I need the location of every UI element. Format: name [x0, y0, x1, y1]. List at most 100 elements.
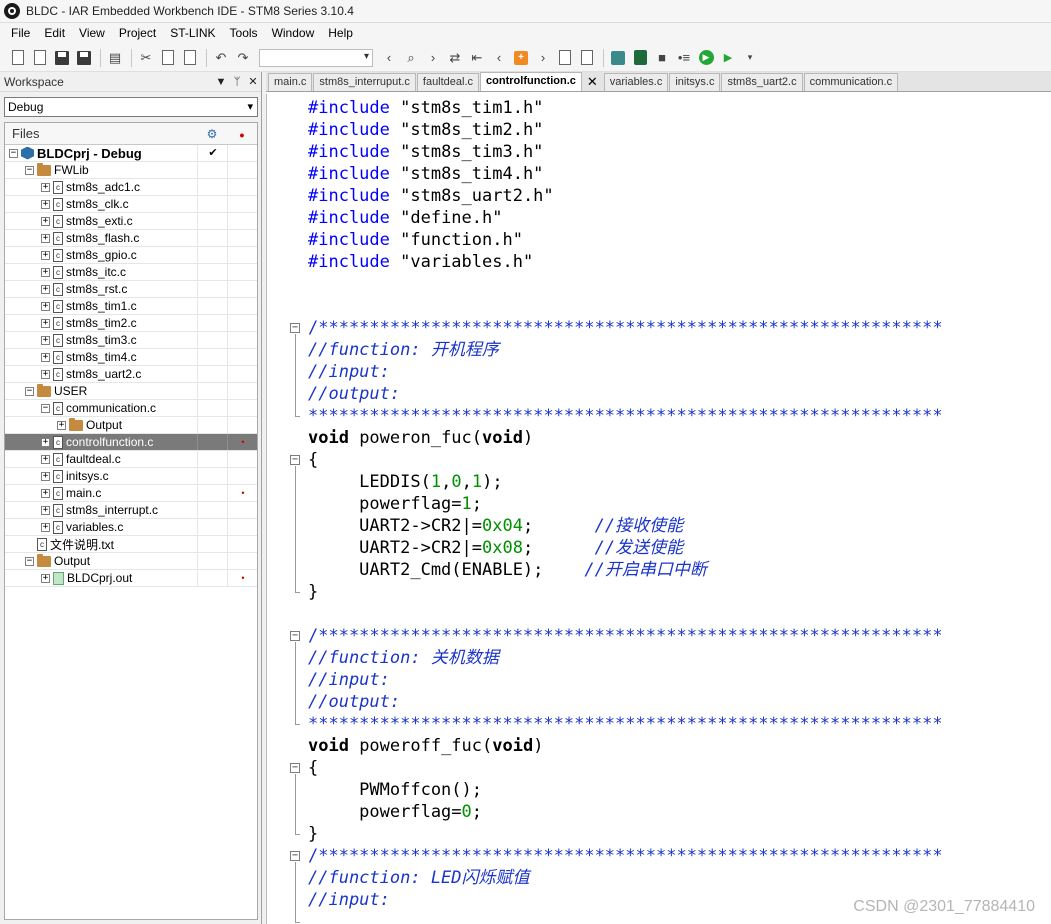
- menu-help[interactable]: Help: [321, 23, 360, 44]
- fold-toggle-icon[interactable]: −: [290, 631, 300, 641]
- expand-toggle-icon[interactable]: +: [41, 250, 50, 260]
- close-panel-button[interactable]: ✕: [245, 75, 261, 88]
- find-button[interactable]: ⌕: [401, 48, 421, 68]
- close-tab-icon[interactable]: ✕: [583, 73, 602, 91]
- expand-toggle-icon[interactable]: +: [41, 267, 50, 277]
- collapse-toggle-icon[interactable]: −: [25, 386, 34, 396]
- navigate-back-button[interactable]: ‹: [489, 48, 509, 68]
- expand-toggle-icon[interactable]: +: [41, 352, 50, 362]
- expand-toggle-icon[interactable]: +: [41, 505, 50, 515]
- tree-item[interactable]: − Output: [5, 553, 257, 570]
- expand-toggle-icon[interactable]: +: [41, 437, 50, 447]
- menu-edit[interactable]: Edit: [37, 23, 72, 44]
- code-editor[interactable]: − − − − − #include "stm8s_tim1.h" #include "s…: [266, 94, 1051, 924]
- new-file-button[interactable]: [8, 48, 28, 68]
- expand-toggle-icon[interactable]: +: [41, 522, 50, 532]
- tree-item[interactable]: c 文件说明.txt: [5, 536, 257, 553]
- menu-file[interactable]: File: [4, 23, 37, 44]
- navigate-forward-button[interactable]: ›: [533, 48, 553, 68]
- tree-item[interactable]: + c stm8s_adc1.c: [5, 179, 257, 196]
- tree-item[interactable]: − BLDCprj - Debug ✔: [5, 145, 257, 162]
- collapse-toggle-icon[interactable]: −: [25, 165, 34, 175]
- tree-item[interactable]: + c stm8s_interrupt.c: [5, 502, 257, 519]
- editor-tab[interactable]: faultdeal.c: [416, 73, 480, 91]
- tree-item[interactable]: − FWLib: [5, 162, 257, 179]
- menu-view[interactable]: View: [72, 23, 112, 44]
- menu-window[interactable]: Window: [265, 23, 322, 44]
- print-button[interactable]: ▤: [105, 48, 125, 68]
- collapse-toggle-icon[interactable]: −: [25, 556, 34, 566]
- menu-tools[interactable]: Tools: [223, 23, 265, 44]
- make-button[interactable]: [630, 48, 650, 68]
- expand-toggle-icon[interactable]: +: [41, 318, 50, 328]
- editor-tab[interactable]: variables.c: [603, 73, 669, 91]
- editor-tab[interactable]: initsys.c: [669, 73, 721, 91]
- options-gear-button[interactable]: ⚙: [197, 127, 227, 141]
- toolbar-overflow-button[interactable]: ▾: [740, 48, 760, 68]
- tree-item[interactable]: + c variables.c: [5, 519, 257, 536]
- tree-item[interactable]: + c stm8s_exti.c: [5, 213, 257, 230]
- expand-toggle-icon[interactable]: +: [41, 573, 50, 583]
- panel-menu-button[interactable]: ▼: [213, 76, 229, 88]
- editor-tab[interactable]: communication.c: [803, 73, 899, 91]
- next-bookmark-button[interactable]: [577, 48, 597, 68]
- tree-item[interactable]: + c controlfunction.c •: [5, 434, 257, 451]
- find-combo-input[interactable]: [259, 48, 373, 67]
- editor-tab[interactable]: controlfunction.c: [480, 72, 582, 91]
- expand-toggle-icon[interactable]: +: [41, 335, 50, 345]
- download-and-debug-button[interactable]: ▶: [696, 48, 716, 68]
- tree-item[interactable]: + c stm8s_flash.c: [5, 230, 257, 247]
- undo-button[interactable]: ↶: [211, 48, 231, 68]
- tree-item[interactable]: + c stm8s_tim1.c: [5, 298, 257, 315]
- copy-button[interactable]: [158, 48, 178, 68]
- toggle-bookmark-button[interactable]: +: [511, 48, 531, 68]
- configuration-select[interactable]: Debug: [4, 97, 258, 117]
- paste-button[interactable]: [180, 48, 200, 68]
- tree-item[interactable]: − USER: [5, 383, 257, 400]
- editor-tab[interactable]: stm8s_uart2.c: [721, 73, 803, 91]
- expand-toggle-icon[interactable]: +: [41, 301, 50, 311]
- toggle-breakpoint-button[interactable]: •≡: [674, 48, 694, 68]
- collapse-toggle-icon[interactable]: −: [9, 148, 18, 158]
- tree-item[interactable]: + c faultdeal.c: [5, 451, 257, 468]
- tree-item[interactable]: + BLDCprj.out •: [5, 570, 257, 587]
- expand-toggle-icon[interactable]: +: [41, 182, 50, 192]
- expand-toggle-icon[interactable]: +: [41, 369, 50, 379]
- cut-button[interactable]: ✂: [136, 48, 156, 68]
- fold-toggle-icon[interactable]: −: [290, 851, 300, 861]
- expand-toggle-icon[interactable]: +: [41, 233, 50, 243]
- pin-button[interactable]: ᛘ: [229, 76, 245, 88]
- menu-st-link[interactable]: ST-LINK: [163, 23, 222, 44]
- tree-item[interactable]: + c main.c •: [5, 485, 257, 502]
- tree-item[interactable]: + c stm8s_tim4.c: [5, 349, 257, 366]
- expand-toggle-icon[interactable]: +: [41, 488, 50, 498]
- previous-bookmark-button[interactable]: [555, 48, 575, 68]
- replace-button[interactable]: ⇄: [445, 48, 465, 68]
- find-previous-button[interactable]: ‹: [379, 48, 399, 68]
- tree-item[interactable]: + c stm8s_gpio.c: [5, 247, 257, 264]
- stop-build-button[interactable]: ■: [652, 48, 672, 68]
- debug-without-download-button[interactable]: ▶: [718, 48, 738, 68]
- save-all-button[interactable]: [74, 48, 94, 68]
- new-document-button[interactable]: [30, 48, 50, 68]
- expand-toggle-icon[interactable]: +: [57, 420, 66, 430]
- expand-toggle-icon[interactable]: +: [41, 284, 50, 294]
- tree-item[interactable]: + c stm8s_tim2.c: [5, 315, 257, 332]
- expand-toggle-icon[interactable]: +: [41, 471, 50, 481]
- tree-item[interactable]: + c stm8s_clk.c: [5, 196, 257, 213]
- menu-project[interactable]: Project: [112, 23, 163, 44]
- tree-item[interactable]: + Output: [5, 417, 257, 434]
- save-button[interactable]: [52, 48, 72, 68]
- expand-toggle-icon[interactable]: +: [41, 454, 50, 464]
- go-to-button[interactable]: ⇤: [467, 48, 487, 68]
- collapse-toggle-icon[interactable]: −: [41, 403, 50, 413]
- find-next-button[interactable]: ›: [423, 48, 443, 68]
- fold-toggle-icon[interactable]: −: [290, 763, 300, 773]
- tree-item[interactable]: + c stm8s_tim3.c: [5, 332, 257, 349]
- expand-toggle-icon[interactable]: +: [41, 199, 50, 209]
- redo-button[interactable]: ↷: [233, 48, 253, 68]
- tree-item[interactable]: + c stm8s_itc.c: [5, 264, 257, 281]
- tree-item[interactable]: + c stm8s_uart2.c: [5, 366, 257, 383]
- editor-tab[interactable]: stm8s_interruput.c: [313, 73, 416, 91]
- tree-item[interactable]: + c initsys.c: [5, 468, 257, 485]
